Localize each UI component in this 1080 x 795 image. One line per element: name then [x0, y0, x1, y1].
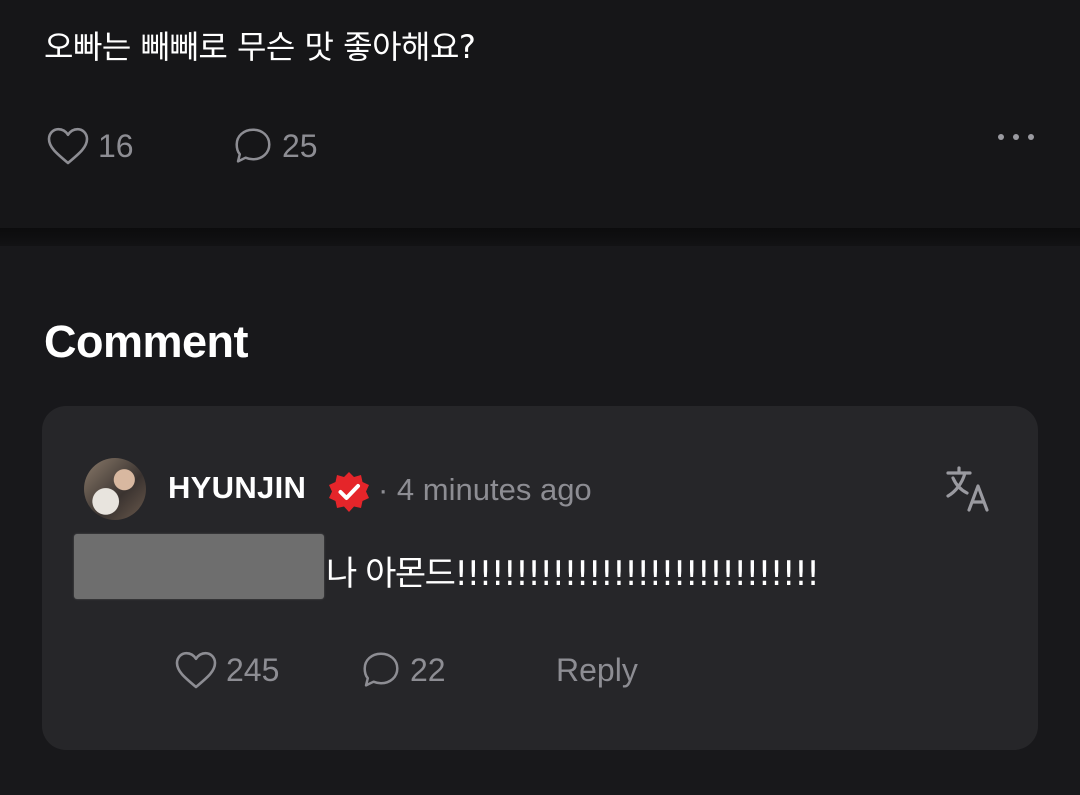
comment-username[interactable]: HYUNJIN: [168, 470, 306, 506]
post-actions: 16 25: [44, 120, 1044, 172]
dot: [1028, 134, 1034, 140]
speech-bubble-icon: [235, 128, 271, 163]
comment-reply-count-button[interactable]: 22: [358, 644, 446, 696]
post-comment-button[interactable]: 25: [230, 120, 318, 172]
redacted-mention: [74, 534, 324, 599]
translate-icon[interactable]: [944, 464, 994, 514]
dot: [998, 134, 1004, 140]
avatar[interactable]: [84, 458, 146, 520]
comment-like-button[interactable]: 245: [172, 644, 279, 696]
post-like-button[interactable]: 16: [44, 120, 134, 172]
post-text: 오빠는 빼빼로 무슨 맛 좋아해요?: [44, 28, 476, 66]
comment-reply-count: 22: [410, 651, 446, 688]
comment-actions: 245 22 Reply: [172, 644, 772, 696]
post-like-count: 16: [98, 127, 134, 164]
section-divider: [0, 228, 1080, 246]
comment-like-count: 245: [226, 651, 280, 688]
ellipsis-icon[interactable]: [998, 134, 1034, 140]
comment-text: 나 아몬드!!!!!!!!!!!!!!!!!!!!!!!!!!!!!!: [326, 554, 820, 594]
comment-card: HYUNJIN · 4 minutes ago 나 아몬드!!!!!!!!!!!…: [42, 406, 1038, 750]
comment-section-heading: Comment: [44, 316, 249, 367]
verified-badge-icon: [329, 472, 369, 512]
post-comment-count: 25: [282, 127, 318, 164]
dot: [1013, 134, 1019, 140]
reply-button[interactable]: Reply: [556, 644, 638, 696]
comment-timestamp: · 4 minutes ago: [378, 472, 592, 507]
heart-outline-icon: [47, 127, 89, 165]
speech-bubble-icon: [363, 652, 399, 687]
post-container: 오빠는 빼빼로 무슨 맛 좋아해요? 16 25: [0, 0, 1080, 228]
heart-outline-icon: [175, 651, 217, 689]
